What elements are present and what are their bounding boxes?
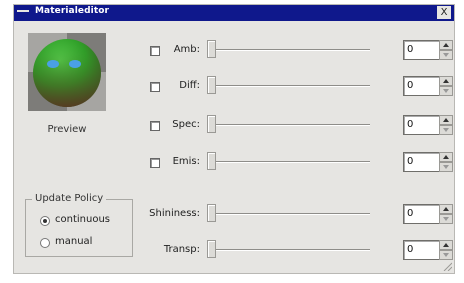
preview-sphere-icon: [28, 33, 106, 111]
shininess-increment-icon[interactable]: [439, 204, 453, 214]
amb-decrement-icon[interactable]: [439, 50, 453, 60]
diff-increment-icon[interactable]: [439, 76, 453, 86]
shininess-label: Shininess:: [149, 208, 200, 219]
diff-spinner[interactable]: [439, 76, 453, 96]
diff-slider-track[interactable]: [207, 85, 370, 87]
diff-label: Diff:: [179, 80, 200, 91]
emis-decrement-icon[interactable]: [439, 162, 453, 172]
window-title: Materialeditor: [35, 6, 110, 16]
emis-checkbox[interactable]: [150, 158, 160, 168]
shininess-value-field[interactable]: 0: [403, 204, 440, 224]
spec-slider-track[interactable]: [207, 124, 370, 126]
diff-decrement-icon[interactable]: [439, 86, 453, 96]
radio-continuous-label[interactable]: continuous: [55, 214, 110, 225]
diff-checkbox[interactable]: [150, 82, 160, 92]
title-bar[interactable]: Materialeditor X: [14, 5, 454, 21]
material-preview-image: [28, 33, 106, 111]
emis-spinner[interactable]: [439, 152, 453, 172]
radio-continuous[interactable]: [40, 216, 50, 226]
transp-slider-thumb[interactable]: [207, 240, 216, 258]
spec-checkbox[interactable]: [150, 121, 160, 131]
update-policy-group: [25, 199, 133, 257]
amb-slider-thumb[interactable]: [207, 40, 216, 58]
amb-checkbox[interactable]: [150, 46, 160, 56]
window-menu-icon[interactable]: [17, 10, 29, 20]
transp-value-field[interactable]: 0: [403, 240, 440, 260]
spec-increment-icon[interactable]: [439, 115, 453, 125]
transp-slider-track[interactable]: [207, 249, 370, 251]
resize-grip-icon[interactable]: [442, 261, 453, 272]
radio-manual[interactable]: [40, 238, 50, 248]
amb-label: Amb:: [173, 44, 200, 55]
amb-spinner[interactable]: [439, 40, 453, 60]
emis-slider-track[interactable]: [207, 161, 370, 163]
shininess-slider-track[interactable]: [207, 213, 370, 215]
preview-label: Preview: [47, 124, 87, 135]
amb-value-field[interactable]: 0: [403, 40, 440, 60]
spec-value-field[interactable]: 0: [403, 115, 440, 135]
emis-increment-icon[interactable]: [439, 152, 453, 162]
emis-slider-thumb[interactable]: [207, 152, 216, 170]
spec-label: Spec:: [172, 119, 200, 130]
diff-slider-thumb[interactable]: [207, 76, 216, 94]
shininess-spinner[interactable]: [439, 204, 453, 224]
shininess-slider-thumb[interactable]: [207, 204, 216, 222]
material-editor-window: Materialeditor X Preview Update Policy c…: [13, 4, 455, 274]
update-policy-title: Update Policy: [32, 193, 107, 204]
transp-label: Transp:: [163, 244, 200, 255]
spec-decrement-icon[interactable]: [439, 125, 453, 135]
close-icon[interactable]: X: [437, 6, 451, 19]
emis-label: Emis:: [172, 156, 200, 167]
spec-slider-thumb[interactable]: [207, 115, 216, 133]
spec-spinner[interactable]: [439, 115, 453, 135]
shininess-decrement-icon[interactable]: [439, 214, 453, 224]
transp-increment-icon[interactable]: [439, 240, 453, 250]
diff-value-field[interactable]: 0: [403, 76, 440, 96]
transp-spinner[interactable]: [439, 240, 453, 260]
transp-decrement-icon[interactable]: [439, 250, 453, 260]
amb-increment-icon[interactable]: [439, 40, 453, 50]
emis-value-field[interactable]: 0: [403, 152, 440, 172]
amb-slider-track[interactable]: [207, 49, 370, 51]
radio-manual-label[interactable]: manual: [55, 236, 92, 247]
